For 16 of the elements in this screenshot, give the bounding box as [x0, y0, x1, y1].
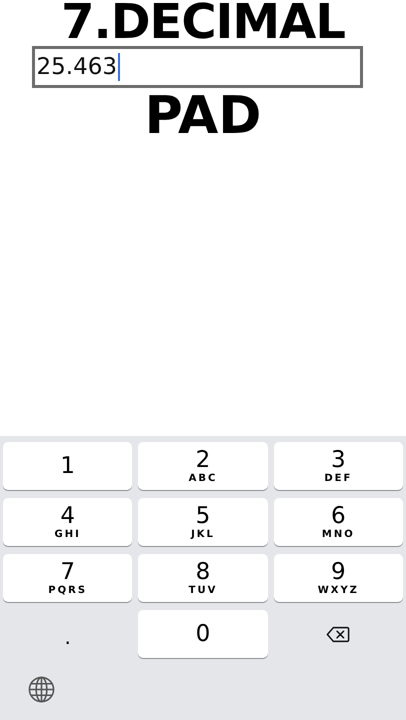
input-field[interactable]: 25.463 [32, 46, 362, 88]
caption-text: PAD [144, 88, 262, 144]
digit-key[interactable]: 2 ABC [138, 442, 268, 490]
decimal-key[interactable]: . [3, 610, 132, 658]
delete-icon[interactable] [326, 626, 350, 642]
digit-key[interactable]: 0 [138, 610, 268, 658]
caption-text: 7.DECIMAL [61, 0, 345, 46]
digit-key[interactable]: 8 TUV [138, 554, 268, 602]
digit-key[interactable]: 1 [3, 442, 132, 490]
digit-key[interactable]: 9 WXYZ [274, 554, 403, 602]
digit-key[interactable]: 6 MNO [274, 498, 403, 546]
globe-icon[interactable] [28, 676, 55, 702]
digit-key[interactable]: 5 JKL [138, 498, 268, 546]
digit-key[interactable]: 3 DEF [274, 442, 403, 490]
digit-key[interactable]: 4 GHI [3, 498, 132, 546]
digit-key[interactable]: 7 PQRS [3, 554, 132, 602]
